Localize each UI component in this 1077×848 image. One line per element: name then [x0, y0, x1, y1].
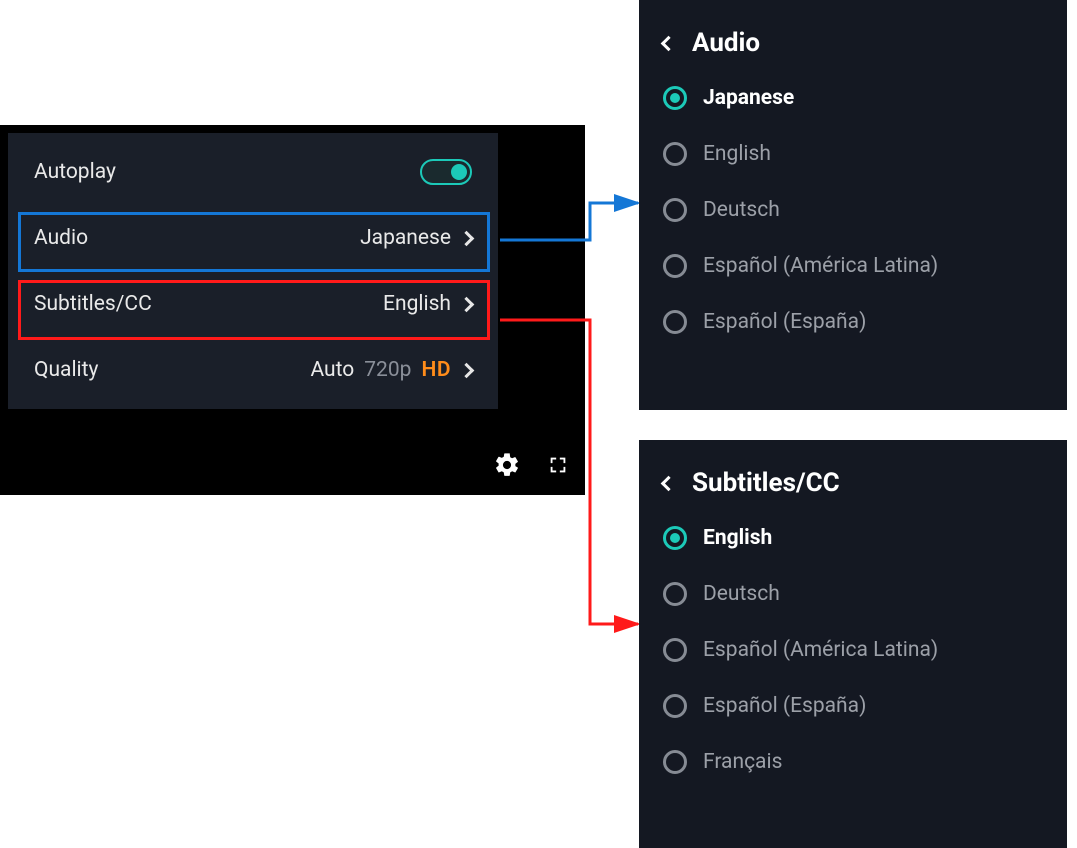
audio-option[interactable]: English [639, 126, 1067, 182]
subtitles-submenu-title: Subtitles/CC [692, 468, 840, 498]
subtitles-value: English [383, 292, 451, 316]
subtitles-option[interactable]: English [639, 510, 1067, 566]
audio-submenu: Audio Japanese English Deutsch Español (Amé… [639, 0, 1067, 410]
audio-submenu-header[interactable]: Audio [639, 8, 1067, 70]
chevron-right-icon [459, 230, 475, 246]
gear-icon [493, 451, 521, 479]
quality-value-badge: HD [421, 358, 451, 382]
radio-icon [663, 526, 687, 550]
settings-button[interactable] [493, 451, 521, 479]
audio-option-label: Español (España) [703, 310, 866, 334]
quality-value-prefix: Auto [310, 358, 354, 382]
subtitles-label: Subtitles/CC [34, 292, 152, 316]
chevron-right-icon [459, 362, 475, 378]
radio-icon [663, 86, 687, 110]
chevron-left-icon [661, 475, 677, 491]
quality-row[interactable]: Quality Auto 720p HD [8, 337, 498, 403]
audio-option[interactable]: Japanese [639, 70, 1067, 126]
quality-label: Quality [34, 358, 98, 382]
audio-value: Japanese [360, 226, 451, 250]
audio-label: Audio [34, 226, 88, 250]
subtitles-submenu-header[interactable]: Subtitles/CC [639, 448, 1067, 510]
subtitles-option[interactable]: Español (España) [639, 678, 1067, 734]
audio-option[interactable]: Español (América Latina) [639, 238, 1067, 294]
radio-icon [663, 198, 687, 222]
radio-icon [663, 750, 687, 774]
autoplay-toggle[interactable] [420, 159, 472, 185]
expand-icon [547, 454, 569, 476]
radio-icon [663, 142, 687, 166]
subtitles-option-label: Deutsch [703, 582, 780, 606]
subtitles-option[interactable]: Español (América Latina) [639, 622, 1067, 678]
audio-row[interactable]: Audio Japanese [8, 205, 498, 271]
chevron-left-icon [661, 35, 677, 51]
subtitles-option[interactable]: Deutsch [639, 566, 1067, 622]
fullscreen-button[interactable] [547, 454, 569, 476]
subtitles-row[interactable]: Subtitles/CC English [8, 271, 498, 337]
audio-option-label: Español (América Latina) [703, 254, 938, 278]
subtitles-option-label: Español (España) [703, 694, 866, 718]
subtitles-option-label: Español (América Latina) [703, 638, 938, 662]
radio-icon [663, 310, 687, 334]
radio-icon [663, 638, 687, 662]
subtitles-option-label: Français [703, 750, 782, 774]
subtitles-option[interactable]: Français [639, 734, 1067, 790]
audio-option-label: Deutsch [703, 198, 780, 222]
player-controls [493, 451, 569, 479]
quality-value-res: 720p [364, 358, 411, 382]
chevron-right-icon [459, 296, 475, 312]
subtitles-submenu: Subtitles/CC English Deutsch Español (Amér… [639, 440, 1067, 848]
autoplay-row: Autoplay [8, 139, 498, 205]
radio-icon [663, 694, 687, 718]
audio-option-label: English [703, 142, 771, 166]
radio-icon [663, 254, 687, 278]
audio-option[interactable]: Deutsch [639, 182, 1067, 238]
settings-panel: Autoplay Audio Japanese Subtitles/CC Eng… [8, 133, 498, 409]
subtitles-option-label: English [703, 526, 772, 550]
audio-option[interactable]: Español (España) [639, 294, 1067, 350]
toggle-knob [451, 164, 467, 180]
radio-icon [663, 582, 687, 606]
audio-submenu-title: Audio [692, 28, 760, 58]
autoplay-label: Autoplay [34, 160, 116, 184]
video-player-area: Autoplay Audio Japanese Subtitles/CC Eng… [0, 125, 585, 495]
audio-option-label: Japanese [703, 86, 794, 110]
